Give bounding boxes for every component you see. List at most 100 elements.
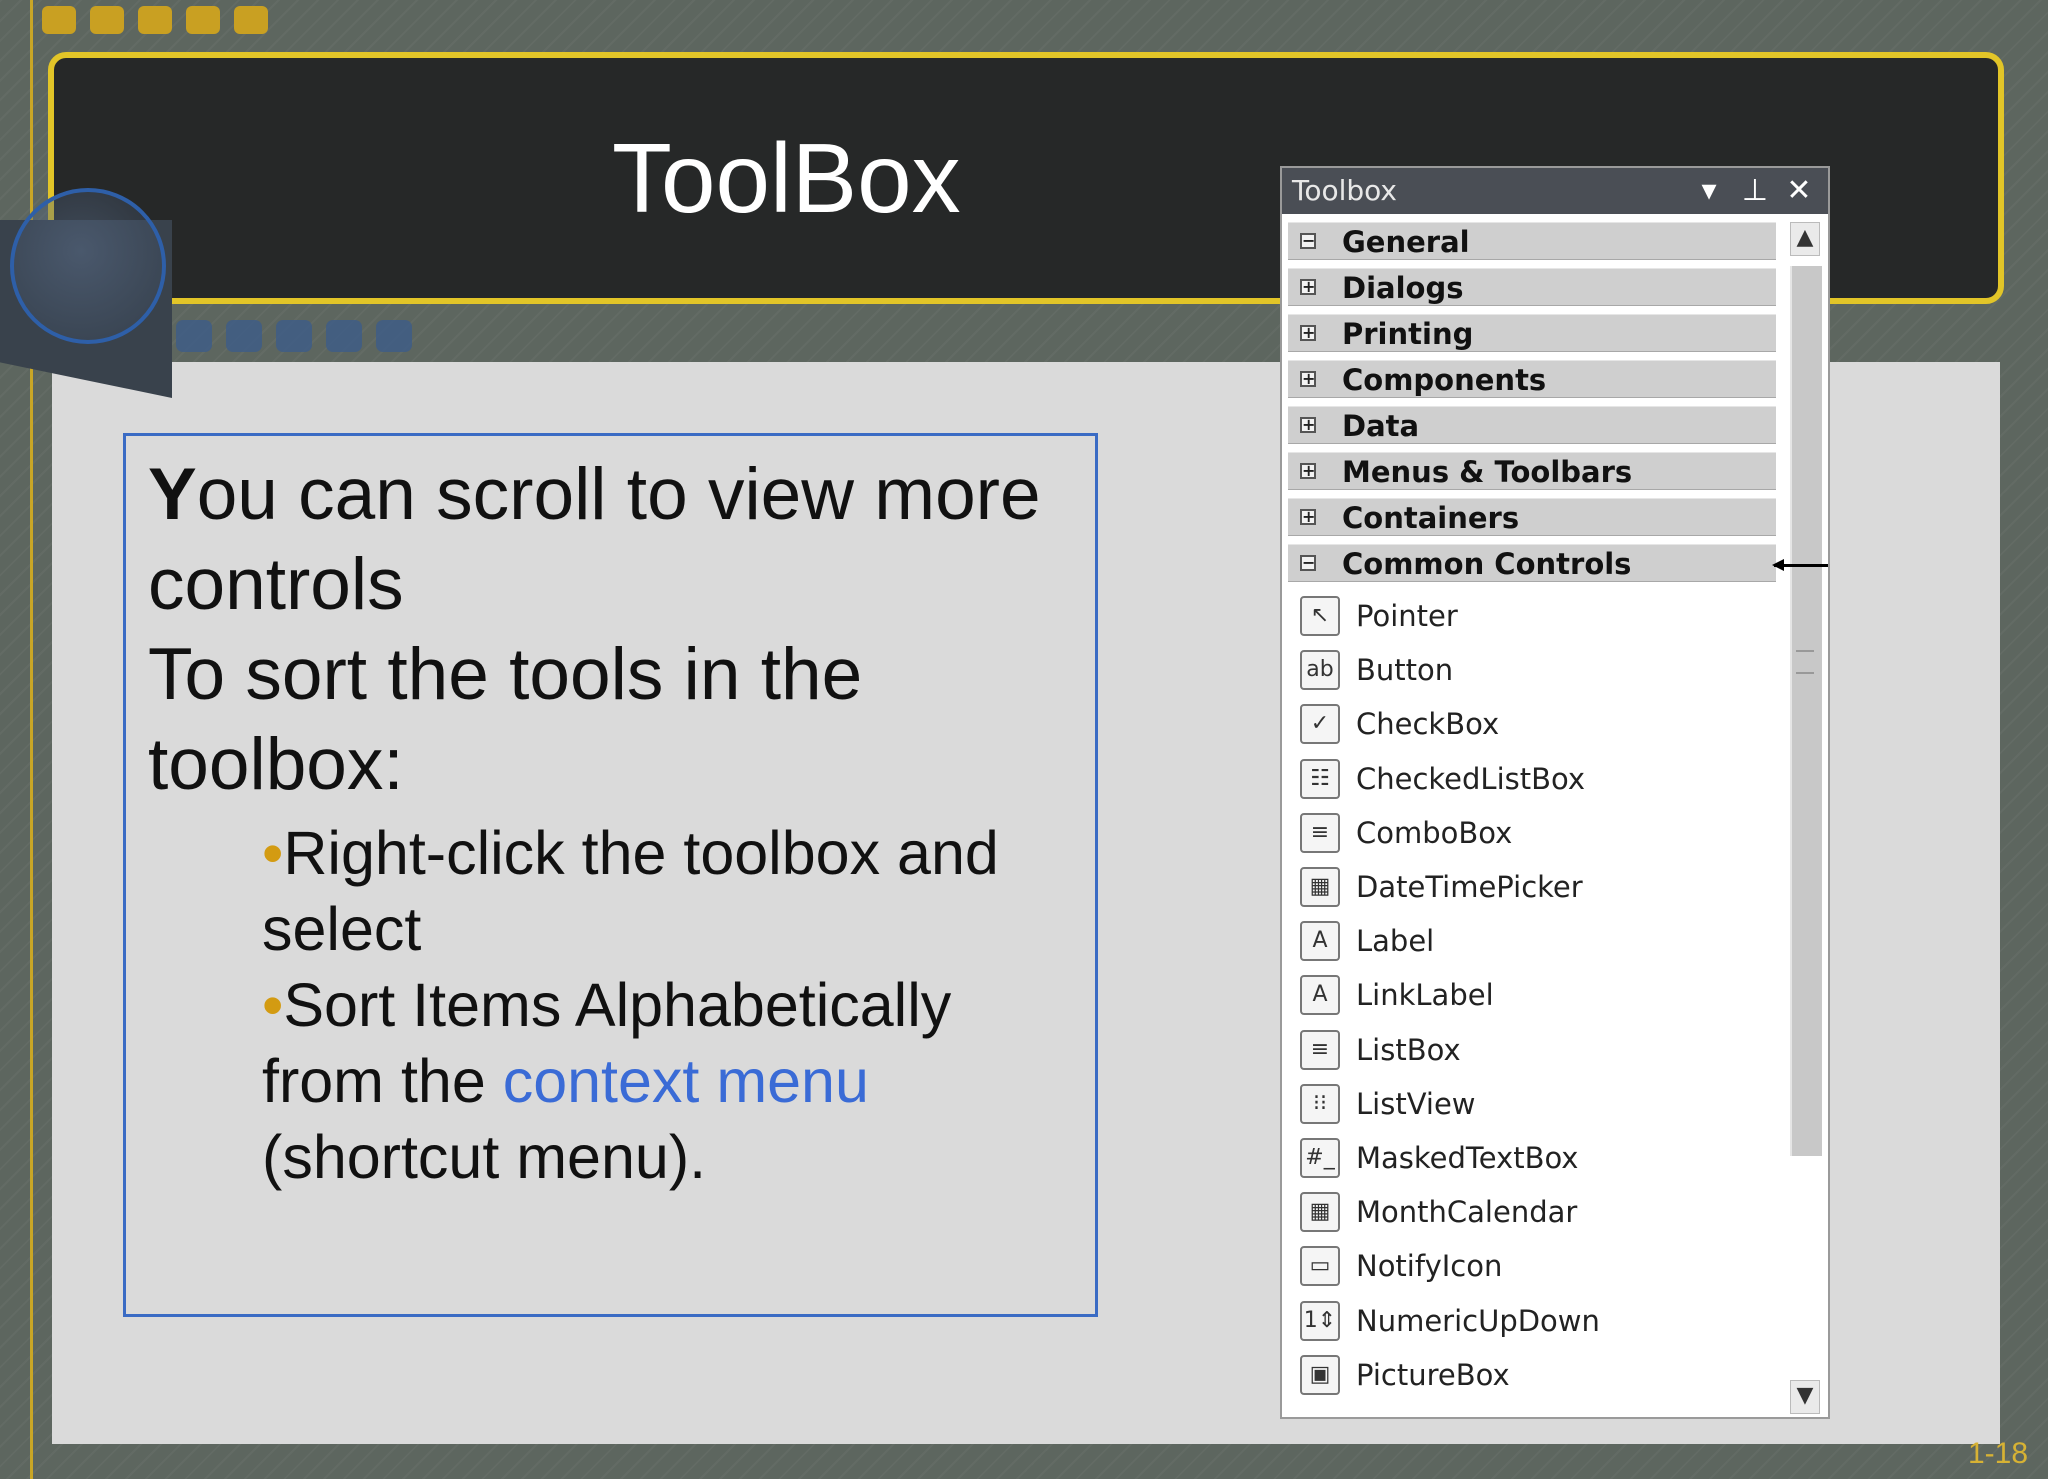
decor-square: [226, 320, 262, 352]
notifyicon-icon: ▭: [1300, 1246, 1340, 1287]
toolbox-item-label: CheckBox: [1356, 707, 1500, 742]
body-text-box: You can scroll to view more controls To …: [123, 433, 1098, 1317]
decor-square: [276, 320, 312, 352]
monthcalendar-icon: ▦: [1300, 1192, 1340, 1233]
expand-icon[interactable]: +: [1300, 279, 1316, 295]
toolbox-item-checkedlistbox[interactable]: ☷ CheckedListBox: [1288, 753, 1776, 805]
decor-square: [138, 6, 172, 34]
category-containers[interactable]: + Containers: [1288, 498, 1776, 536]
expand-icon[interactable]: +: [1300, 325, 1316, 341]
context-menu-link[interactable]: context menu: [503, 1047, 869, 1115]
category-general[interactable]: − General: [1288, 222, 1776, 260]
expand-icon[interactable]: +: [1300, 371, 1316, 387]
toolbox-item-label: ListBox: [1356, 1032, 1461, 1067]
decor-circle: [10, 188, 166, 344]
listview-icon: ⁝⁝: [1300, 1083, 1340, 1124]
decor-square: [176, 320, 212, 352]
toolbox-item-notifyicon[interactable]: ▭ NotifyIcon: [1288, 1240, 1776, 1292]
expand-icon[interactable]: +: [1300, 463, 1316, 479]
toolbox-item-label: Pointer: [1356, 599, 1458, 633]
toolbox-list: − General + Dialogs + Printing + Components + Dat…: [1282, 214, 1782, 1417]
category-dialogs[interactable]: + Dialogs: [1288, 268, 1776, 306]
dropdown-icon[interactable]: ▾: [1692, 174, 1726, 208]
category-label: Menus & Toolbars: [1342, 455, 1633, 489]
body-line-3: To sort the tools in the: [148, 634, 863, 715]
toolbox-item-label: Button: [1356, 653, 1454, 688]
checkbox-icon: ✓: [1300, 704, 1340, 745]
toolbox-window: Toolbox ▾ ⊥ ✕ − General + Dialogs + Printing +…: [1280, 166, 1830, 1419]
button-icon: ab: [1300, 650, 1340, 691]
label-icon: A: [1300, 921, 1340, 962]
category-label: Common Controls: [1342, 547, 1632, 581]
slide-title: ToolBox: [612, 123, 961, 233]
checkedlistbox-icon: ☷: [1300, 758, 1340, 799]
category-label: General: [1342, 225, 1470, 259]
bullet-2-line-3: (shortcut menu).: [262, 1123, 707, 1191]
toolbox-item-maskedtextbox[interactable]: #_ MaskedTextBox: [1288, 1132, 1776, 1184]
decor-square: [90, 6, 124, 34]
toolbox-item-listview[interactable]: ⁝⁝ ListView: [1288, 1078, 1776, 1130]
collapse-icon[interactable]: −: [1300, 233, 1316, 249]
toolbox-item-listbox[interactable]: ≡ ListBox: [1288, 1024, 1776, 1076]
decor-square: [186, 6, 220, 34]
bullet-marker: •: [262, 819, 284, 887]
datetimepicker-icon: ▦: [1300, 867, 1340, 907]
toolbox-titlebar: Toolbox ▾ ⊥ ✕: [1282, 168, 1828, 214]
decor-square: [326, 320, 362, 352]
category-label: Components: [1342, 363, 1547, 397]
category-data[interactable]: + Data: [1288, 406, 1776, 444]
body-line-4: toolbox:: [148, 724, 404, 805]
toolbox-item-label[interactable]: A Label: [1288, 915, 1776, 967]
expand-icon[interactable]: +: [1300, 509, 1316, 525]
category-label: Dialogs: [1342, 271, 1464, 305]
toolbox-item-linklabel[interactable]: A LinkLabel: [1288, 969, 1776, 1021]
toolbox-item-monthcalendar[interactable]: ▦ MonthCalendar: [1288, 1186, 1776, 1238]
toolbox-item-label: PictureBox: [1356, 1357, 1510, 1392]
toolbox-item-pointer[interactable]: ↖ Pointer: [1288, 590, 1776, 642]
pin-icon[interactable]: ⊥: [1738, 174, 1772, 208]
toolbox-item-numericupdown[interactable]: 1⇕ NumericUpDown: [1288, 1295, 1776, 1347]
linklabel-icon: A: [1300, 975, 1340, 1016]
category-label: Printing: [1342, 317, 1474, 351]
toolbox-item-label: NumericUpDown: [1356, 1303, 1600, 1338]
toolbox-item-label: MaskedTextBox: [1356, 1141, 1579, 1175]
decor-square: [42, 6, 76, 34]
toolbox-title: Toolbox: [1292, 174, 1397, 207]
slide-number: 1-18: [1967, 1437, 2028, 1470]
collapse-icon[interactable]: −: [1300, 555, 1316, 571]
category-components[interactable]: + Components: [1288, 360, 1776, 398]
expand-icon[interactable]: +: [1300, 417, 1316, 433]
bullet-1-line-1: •Right-click the toolbox and: [262, 819, 999, 887]
toolbox-item-picturebox[interactable]: ▣ PictureBox: [1288, 1349, 1776, 1401]
body-line-2: controls: [148, 544, 404, 625]
category-common-controls[interactable]: − Common Controls: [1288, 544, 1776, 582]
drop-cap: Y: [148, 454, 197, 535]
category-menus-toolbars[interactable]: + Menus & Toolbars: [1288, 452, 1776, 490]
picturebox-icon: ▣: [1300, 1354, 1340, 1395]
toolbox-item-label: LinkLabel: [1356, 978, 1494, 1013]
toolbox-scrollbar[interactable]: ▲ ▼: [1782, 214, 1828, 1417]
bullet-marker: •: [262, 971, 284, 1039]
toolbox-item-datetimepicker[interactable]: ▦ DateTimePicker: [1288, 861, 1776, 913]
toolbox-item-label: DateTimePicker: [1356, 870, 1583, 904]
listbox-icon: ≡: [1300, 1029, 1340, 1070]
toolbox-item-label: ListView: [1356, 1086, 1476, 1121]
toolbox-item-combobox[interactable]: ≡ ComboBox: [1288, 807, 1776, 859]
bullet-2-line-2: from the context menu: [262, 1047, 869, 1115]
maskedtextbox-icon: #_: [1300, 1138, 1340, 1178]
scroll-up-icon[interactable]: ▲: [1790, 222, 1820, 256]
toolbox-item-label: ComboBox: [1356, 815, 1513, 850]
annotation-arrow-head: [1772, 559, 1784, 571]
toolbox-item-label: Label: [1356, 924, 1435, 959]
category-label: Data: [1342, 409, 1420, 443]
toolbox-item-button[interactable]: ab Button: [1288, 644, 1776, 696]
category-printing[interactable]: + Printing: [1288, 314, 1776, 352]
scroll-down-icon[interactable]: ▼: [1790, 1380, 1820, 1414]
close-icon[interactable]: ✕: [1782, 174, 1816, 208]
decor-square: [234, 6, 268, 34]
toolbox-item-label: NotifyIcon: [1356, 1249, 1503, 1284]
toolbox-item-checkbox[interactable]: ✓ CheckBox: [1288, 698, 1776, 750]
bullet-1-line-2: select: [262, 895, 422, 963]
scroll-thumb[interactable]: [1790, 266, 1822, 1156]
toolbox-item-label: MonthCalendar: [1356, 1195, 1578, 1230]
